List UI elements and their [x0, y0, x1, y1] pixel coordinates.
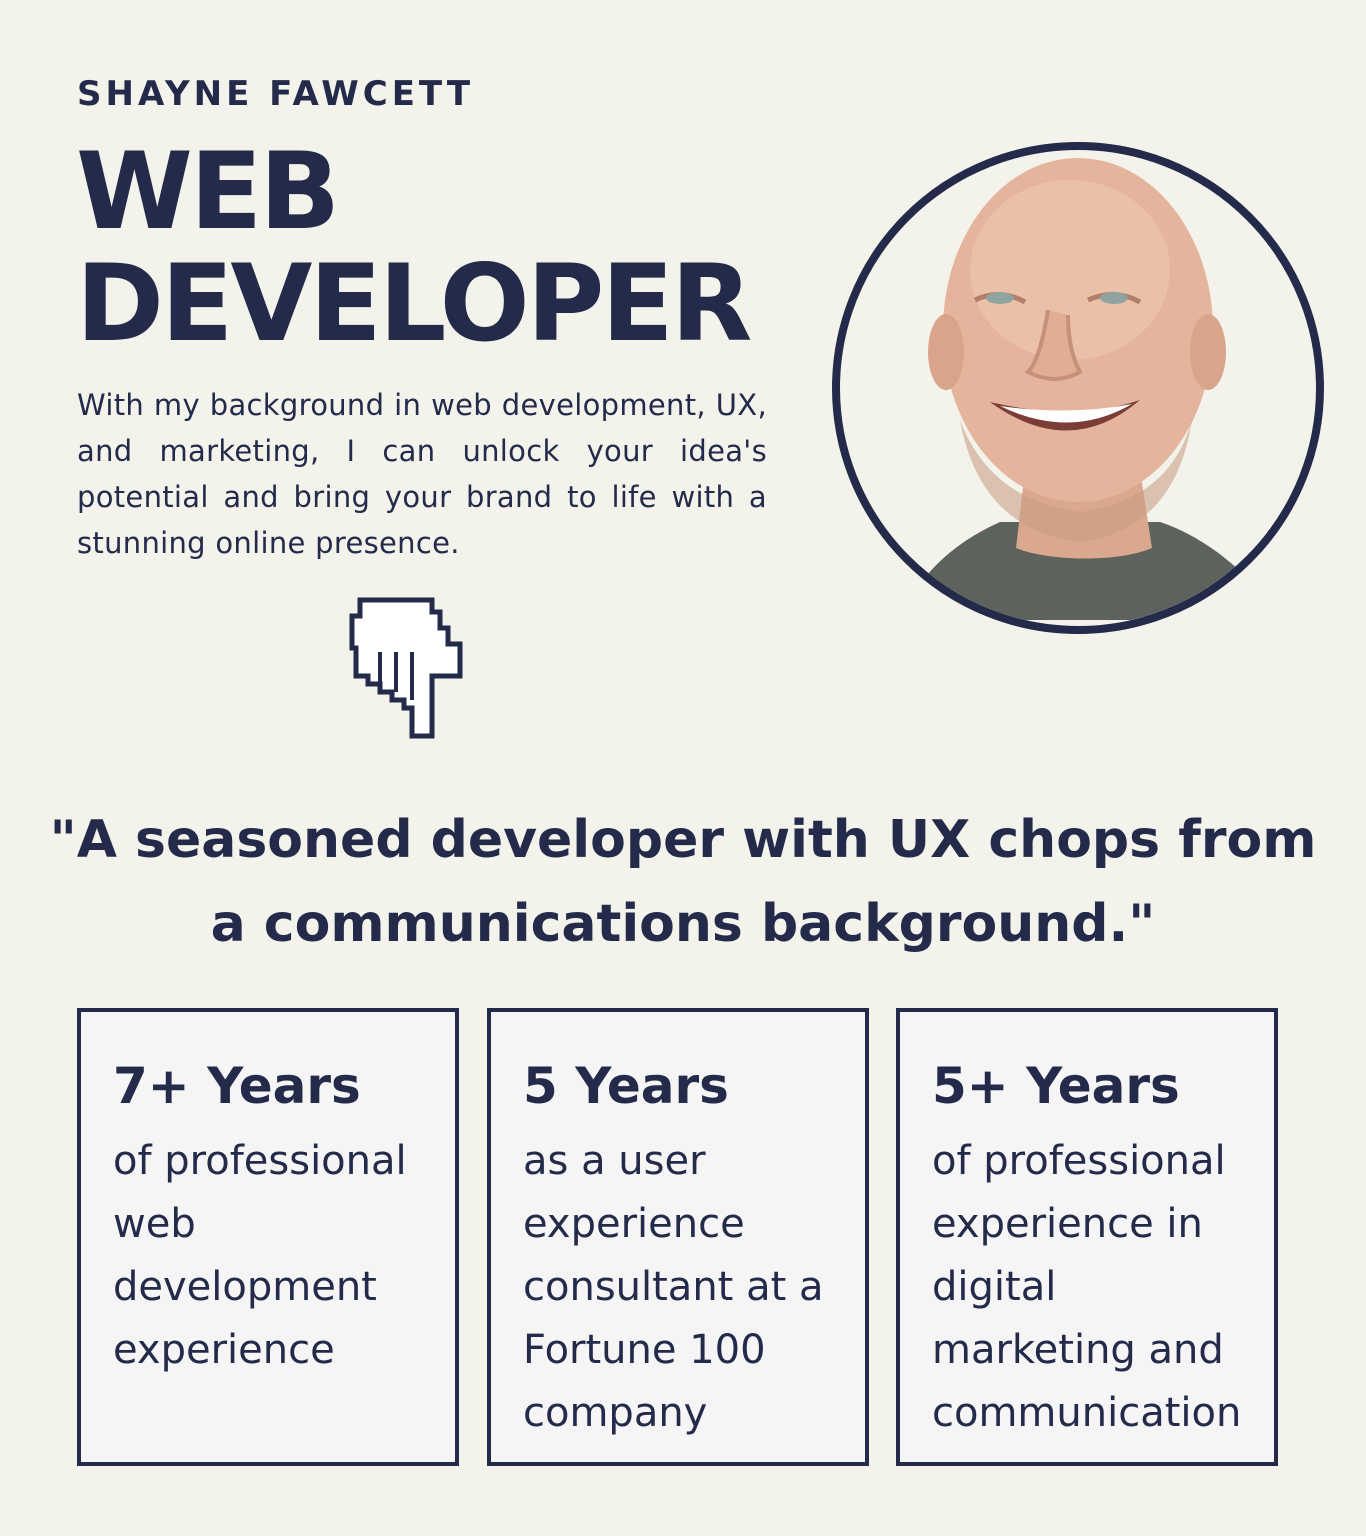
pointing-hand-icon [344, 588, 468, 748]
stat-description: as a user experience consultant at a For… [523, 1138, 824, 1436]
stat-title: 7+ Years [113, 1057, 361, 1115]
testimonial-quote: "A seasoned developer with UX chops from… [49, 810, 1317, 954]
stat-card: 7+ Years of professional web development… [77, 1008, 459, 1466]
page-title-line-1: WEB [76, 130, 340, 253]
stat-card: 5 Years as a user experience consultant … [487, 1008, 869, 1466]
page-title: WEB DEVELOPER [76, 130, 752, 365]
portrait-photo [900, 158, 1280, 620]
author-name: SHAYNE FAWCETT [77, 74, 475, 114]
avatar [832, 142, 1324, 634]
stat-description: of professional experience in digital ma… [932, 1138, 1242, 1436]
intro-paragraph: With my background in web development, U… [77, 388, 767, 560]
stat-title: 5+ Years [932, 1057, 1180, 1115]
page-title-line-2: DEVELOPER [76, 242, 752, 365]
stat-description: of professional web development experien… [113, 1138, 407, 1373]
stat-card: 5+ Years of professional experience in d… [896, 1008, 1278, 1466]
stat-title: 5 Years [523, 1057, 729, 1115]
